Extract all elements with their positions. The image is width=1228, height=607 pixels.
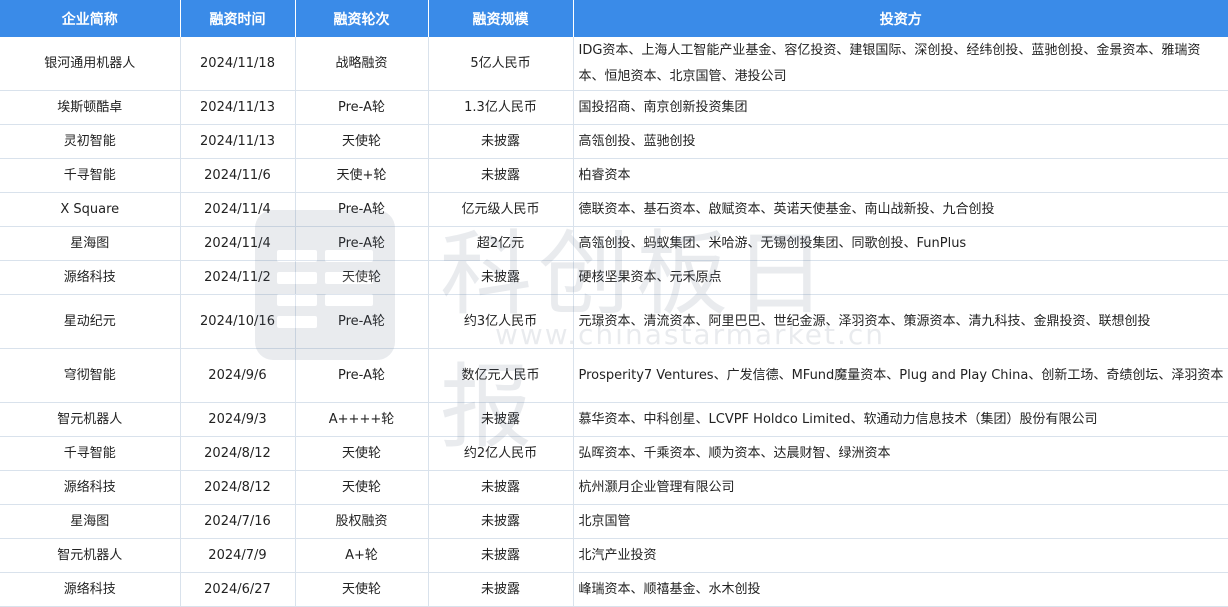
cell-round: Pre-A轮: [295, 294, 429, 349]
header-company: 企业简称: [0, 0, 181, 37]
cell-company: 银河通用机器人: [0, 37, 181, 91]
cell-date: 2024/7/9: [180, 538, 296, 573]
table-row: 星海图 2024/7/16 股权融资 未披露 北京国管: [0, 504, 1228, 539]
cell-round: 天使轮: [295, 260, 429, 295]
cell-date: 2024/9/6: [180, 348, 296, 403]
table-row: 智元机器人 2024/9/3 A++++轮 未披露 慕华资本、中科创星、LCVPF Ho…: [0, 402, 1228, 437]
table-row: 千寻智能 2024/8/12 天使轮 约2亿人民币 弘晖资本、千乘资本、顺为资本、达晨财…: [0, 436, 1228, 471]
cell-amount: 未披露: [428, 124, 574, 159]
cell-date: 2024/11/2: [180, 260, 296, 295]
table-row: 源络科技 2024/6/27 天使轮 未披露 峰瑞资本、顺禧基金、水木创投: [0, 572, 1228, 607]
cell-date: 2024/7/16: [180, 504, 296, 539]
cell-amount: 未披露: [428, 158, 574, 193]
header-investors: 投资方: [573, 0, 1228, 37]
cell-date: 2024/9/3: [180, 402, 296, 437]
cell-amount: 亿元级人民币: [428, 192, 574, 227]
cell-investors: 弘晖资本、千乘资本、顺为资本、达晨财智、绿洲资本: [573, 436, 1228, 471]
cell-round: Pre-A轮: [295, 192, 429, 227]
cell-round: 天使轮: [295, 572, 429, 607]
cell-round: Pre-A轮: [295, 348, 429, 403]
cell-amount: 数亿元人民币: [428, 348, 574, 403]
cell-round: 战略融资: [295, 37, 429, 91]
cell-date: 2024/8/12: [180, 470, 296, 505]
table-row: 源络科技 2024/8/12 天使轮 未披露 杭州灏月企业管理有限公司: [0, 470, 1228, 505]
cell-investors: 北汽产业投资: [573, 538, 1228, 573]
cell-date: 2024/6/27: [180, 572, 296, 607]
cell-round: Pre-A轮: [295, 90, 429, 125]
cell-investors: 国投招商、南京创新投资集团: [573, 90, 1228, 125]
cell-company: 星海图: [0, 226, 181, 261]
cell-investors: 高瓴创投、蓝驰创投: [573, 124, 1228, 159]
header-row: 企业简称 融资时间 融资轮次 融资规模 投资方: [0, 0, 1228, 37]
cell-investors: 柏睿资本: [573, 158, 1228, 193]
cell-round: 天使轮: [295, 436, 429, 471]
header-amount: 融资规模: [428, 0, 574, 37]
cell-investors: 北京国管: [573, 504, 1228, 539]
cell-company: 源络科技: [0, 260, 181, 295]
cell-date: 2024/11/13: [180, 90, 296, 125]
cell-amount: 未披露: [428, 260, 574, 295]
financing-table: 企业简称 融资时间 融资轮次 融资规模 投资方 银河通用机器人 2024/11/1…: [0, 0, 1228, 607]
cell-investors: 元璟资本、清流资本、阿里巴巴、世纪金源、泽羽资本、策源资本、清九科技、金鼎投资、…: [573, 294, 1228, 349]
cell-investors: 硬核坚果资本、元禾原点: [573, 260, 1228, 295]
cell-amount: 未披露: [428, 538, 574, 573]
cell-company: 智元机器人: [0, 538, 181, 573]
cell-amount: 未披露: [428, 402, 574, 437]
cell-company: 智元机器人: [0, 402, 181, 437]
table-row: 埃斯顿酷卓 2024/11/13 Pre-A轮 1.3亿人民币 国投招商、南京创新投资集…: [0, 90, 1228, 125]
cell-investors: 高瓴创投、蚂蚁集团、米哈游、无锡创投集团、同歌创投、FunPlus: [573, 226, 1228, 261]
cell-investors: IDG资本、上海人工智能产业基金、容亿投资、建银国际、深创投、经纬创投、蓝驰创投…: [573, 37, 1228, 91]
cell-amount: 未披露: [428, 470, 574, 505]
cell-amount: 约2亿人民币: [428, 436, 574, 471]
cell-company: X Square: [0, 192, 181, 227]
cell-date: 2024/11/18: [180, 37, 296, 91]
cell-round: 天使+轮: [295, 158, 429, 193]
cell-date: 2024/10/16: [180, 294, 296, 349]
header-date: 融资时间: [180, 0, 296, 37]
cell-amount: 约3亿人民币: [428, 294, 574, 349]
table-row: 灵初智能 2024/11/13 天使轮 未披露 高瓴创投、蓝驰创投: [0, 124, 1228, 159]
cell-date: 2024/11/4: [180, 226, 296, 261]
cell-investors: 慕华资本、中科创星、LCVPF Holdco Limited、软通动力信息技术（…: [573, 402, 1228, 437]
cell-round: 天使轮: [295, 470, 429, 505]
cell-company: 源络科技: [0, 572, 181, 607]
table-row: 星动纪元 2024/10/16 Pre-A轮 约3亿人民币 元璟资本、清流资本、阿里巴巴…: [0, 294, 1228, 349]
cell-date: 2024/11/13: [180, 124, 296, 159]
cell-amount: 超2亿元: [428, 226, 574, 261]
cell-amount: 未披露: [428, 572, 574, 607]
table-row: 千寻智能 2024/11/6 天使+轮 未披露 柏睿资本: [0, 158, 1228, 193]
table-row: 穹彻智能 2024/9/6 Pre-A轮 数亿元人民币 Prosperity7 Vent…: [0, 348, 1228, 403]
table-row: 源络科技 2024/11/2 天使轮 未披露 硬核坚果资本、元禾原点: [0, 260, 1228, 295]
cell-date: 2024/11/4: [180, 192, 296, 227]
table-row: X Square 2024/11/4 Pre-A轮 亿元级人民币 德联资本、基石资本、啟…: [0, 192, 1228, 227]
cell-round: 股权融资: [295, 504, 429, 539]
cell-investors: Prosperity7 Ventures、广发信德、MFund魔量资本、Plug…: [573, 348, 1228, 403]
cell-date: 2024/11/6: [180, 158, 296, 193]
cell-investors: 杭州灏月企业管理有限公司: [573, 470, 1228, 505]
cell-company: 埃斯顿酷卓: [0, 90, 181, 125]
table-row: 智元机器人 2024/7/9 A+轮 未披露 北汽产业投资: [0, 538, 1228, 573]
cell-amount: 未披露: [428, 504, 574, 539]
cell-round: Pre-A轮: [295, 226, 429, 261]
table-row: 银河通用机器人 2024/11/18 战略融资 5亿人民币 IDG资本、上海人工智能产业…: [0, 37, 1228, 91]
cell-round: A++++轮: [295, 402, 429, 437]
cell-company: 千寻智能: [0, 158, 181, 193]
cell-amount: 5亿人民币: [428, 37, 574, 91]
cell-company: 源络科技: [0, 470, 181, 505]
cell-round: 天使轮: [295, 124, 429, 159]
header-round: 融资轮次: [295, 0, 429, 37]
cell-company: 灵初智能: [0, 124, 181, 159]
cell-date: 2024/8/12: [180, 436, 296, 471]
cell-investors: 峰瑞资本、顺禧基金、水木创投: [573, 572, 1228, 607]
cell-company: 星海图: [0, 504, 181, 539]
cell-company: 穹彻智能: [0, 348, 181, 403]
table-row: 星海图 2024/11/4 Pre-A轮 超2亿元 高瓴创投、蚂蚁集团、米哈游、无锡创投…: [0, 226, 1228, 261]
cell-company: 星动纪元: [0, 294, 181, 349]
cell-investors: 德联资本、基石资本、啟赋资本、英诺天使基金、南山战新投、九合创投: [573, 192, 1228, 227]
cell-company: 千寻智能: [0, 436, 181, 471]
cell-round: A+轮: [295, 538, 429, 573]
cell-amount: 1.3亿人民币: [428, 90, 574, 125]
